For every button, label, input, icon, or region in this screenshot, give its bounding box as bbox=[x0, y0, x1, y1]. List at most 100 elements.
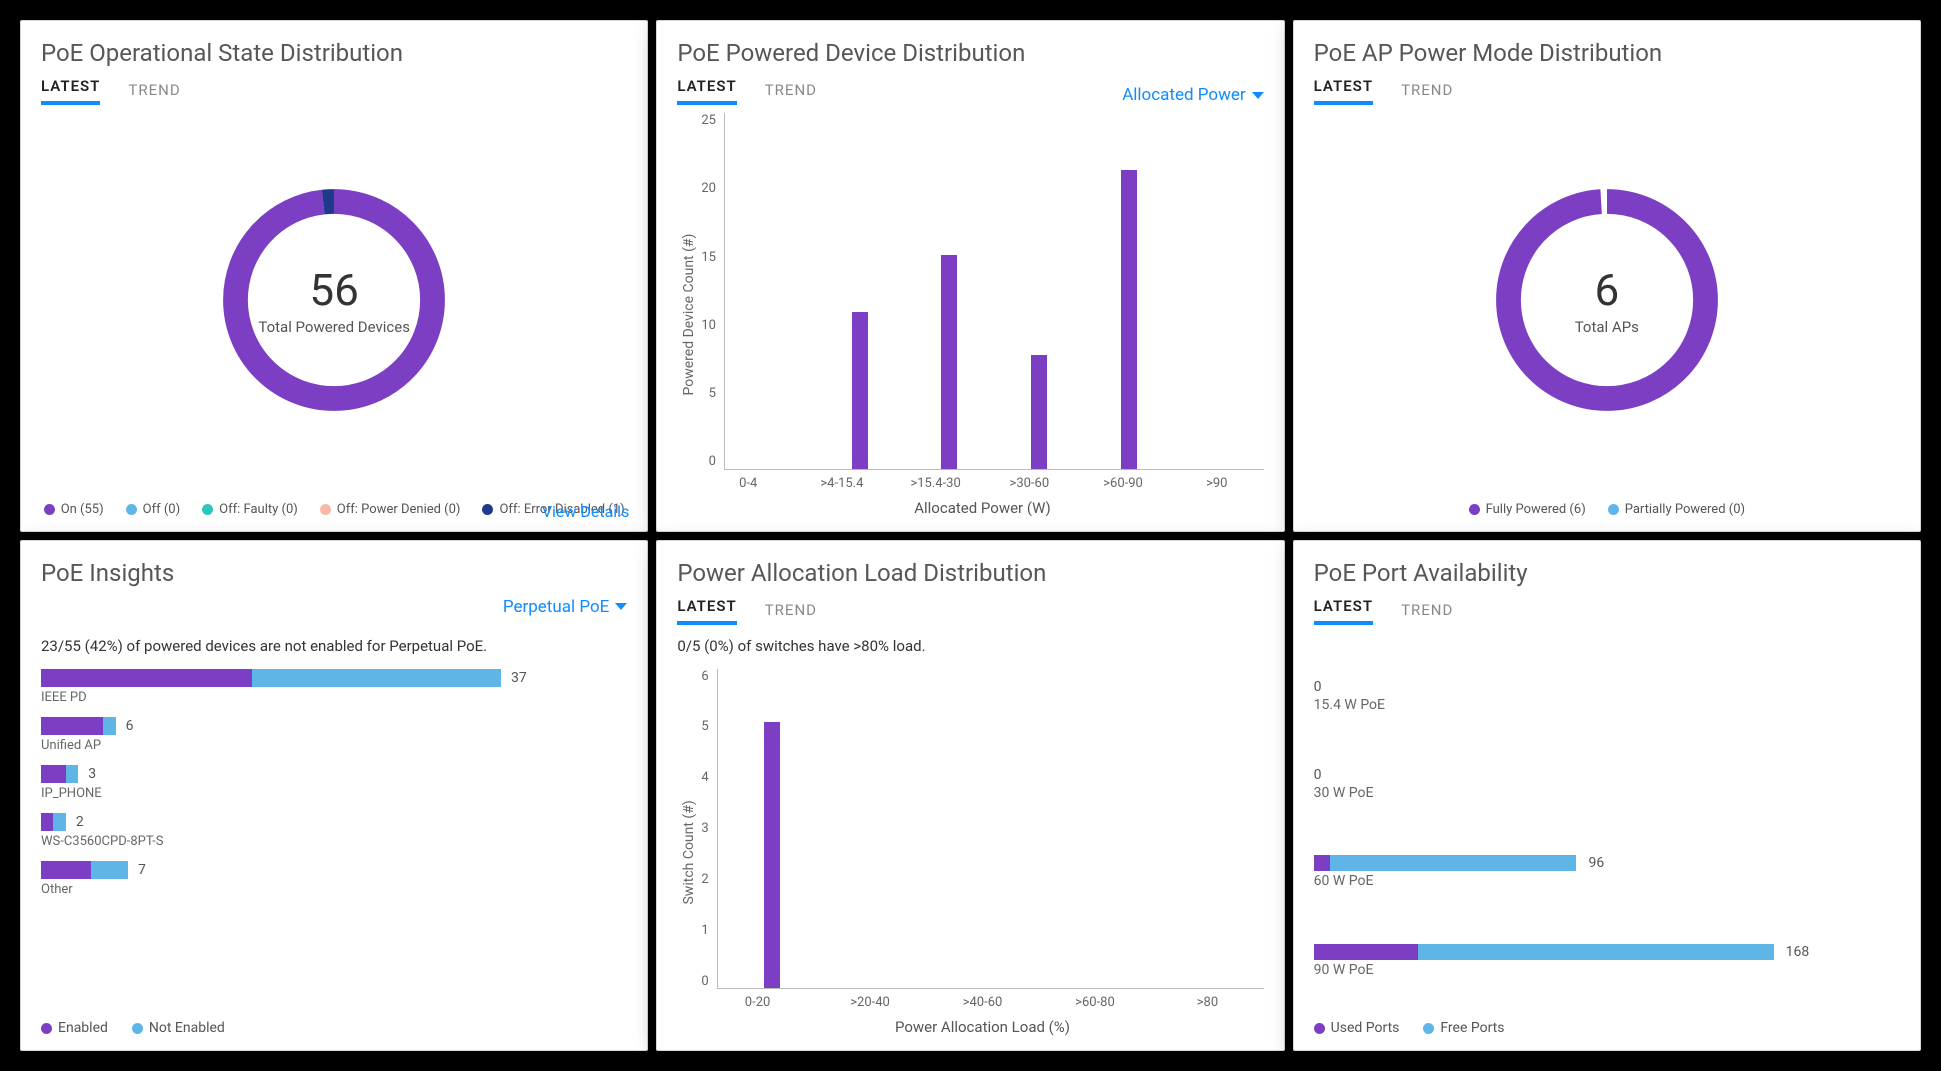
legend-item: Fully Powered (6) bbox=[1469, 502, 1586, 517]
bar-chart-load: Switch Count (#) 6543210 0-20>20-40>40-6… bbox=[677, 669, 1263, 1037]
legend-item: Free Ports bbox=[1423, 1020, 1504, 1036]
bar-slot bbox=[1154, 669, 1263, 989]
panel-title: PoE Operational State Distribution bbox=[41, 39, 627, 67]
dropdown-allocated-power[interactable]: Allocated Power bbox=[1122, 85, 1263, 105]
panel-ap-power: PoE AP Power Mode Distribution LATEST TR… bbox=[1293, 20, 1921, 532]
panel-insights: PoE Insights Perpetual PoE 23/55 (42%) o… bbox=[20, 540, 648, 1052]
dot-icon bbox=[320, 504, 331, 515]
port-row: 9660 W PoE bbox=[1314, 855, 1900, 889]
y-axis-label: Switch Count (#) bbox=[677, 669, 701, 1037]
dot-icon bbox=[1469, 504, 1480, 515]
donut-label: Total Powered Devices bbox=[258, 318, 410, 336]
tabs: LATEST TREND bbox=[677, 597, 1263, 625]
y-axis-ticks: 6543210 bbox=[701, 669, 716, 990]
bar-slot bbox=[994, 113, 1084, 469]
insight-row: 3IP_PHONE bbox=[41, 765, 627, 801]
view-details-link[interactable]: View Details bbox=[542, 502, 630, 521]
bar-slot bbox=[718, 669, 827, 989]
legend-item: Off: Power Denied (0) bbox=[320, 502, 461, 517]
y-axis-label: Powered Device Count (#) bbox=[677, 113, 701, 517]
x-axis-label: Allocated Power (W) bbox=[701, 499, 1263, 517]
bar-slot bbox=[1174, 113, 1264, 469]
panel-powered-device: PoE Powered Device Distribution LATEST T… bbox=[656, 20, 1284, 532]
port-row: 16890 W PoE bbox=[1314, 944, 1900, 978]
tabs: LATEST TREND bbox=[677, 77, 817, 105]
bar-slot bbox=[1084, 113, 1174, 469]
bars bbox=[724, 113, 1264, 470]
load-summary: 0/5 (0%) of switches have >80% load. bbox=[677, 637, 1263, 655]
tab-latest[interactable]: LATEST bbox=[41, 77, 100, 105]
bar-chart-powered-device: Powered Device Count (#) 2520151050 0-4>… bbox=[677, 113, 1263, 517]
dropdown-perpetual-poe[interactable]: Perpetual PoE bbox=[503, 597, 627, 617]
insights-bars: 37IEEE PD 6Unified AP 3IP_PHONE 2WS-C3560CP… bbox=[41, 669, 627, 909]
dot-icon bbox=[202, 504, 213, 515]
bar-slot bbox=[725, 113, 815, 469]
x-axis-ticks: 0-4>4-15.4>15.4-30>30-60>60-90>90 bbox=[701, 476, 1263, 491]
legend: Used Ports Free Ports bbox=[1314, 1020, 1900, 1036]
tab-latest[interactable]: LATEST bbox=[1314, 77, 1373, 105]
dot-icon bbox=[44, 504, 55, 515]
insight-row: 6Unified AP bbox=[41, 717, 627, 753]
donut-chart-ap-power: 6 Total APs bbox=[1314, 105, 1900, 496]
tab-trend[interactable]: TREND bbox=[1401, 601, 1453, 625]
bar bbox=[852, 312, 868, 468]
tab-trend[interactable]: TREND bbox=[1401, 81, 1453, 105]
bar bbox=[941, 255, 957, 468]
y-axis-ticks: 2520151050 bbox=[701, 113, 724, 470]
panel-title: PoE Port Availability bbox=[1314, 559, 1900, 587]
bar bbox=[764, 722, 780, 988]
donut-label: Total APs bbox=[1575, 318, 1639, 336]
dot-icon bbox=[41, 1023, 52, 1034]
legend-item: Off: Faulty (0) bbox=[202, 502, 298, 517]
insight-row: 37IEEE PD bbox=[41, 669, 627, 705]
panel-load-dist: Power Allocation Load Distribution LATES… bbox=[656, 540, 1284, 1052]
tab-latest[interactable]: LATEST bbox=[1314, 597, 1373, 625]
dot-icon bbox=[1423, 1023, 1434, 1034]
panel-port-avail: PoE Port Availability LATEST TREND 015.4… bbox=[1293, 540, 1921, 1052]
donut-value: 56 bbox=[309, 264, 358, 316]
tab-latest[interactable]: LATEST bbox=[677, 77, 736, 105]
tabs: LATEST TREND bbox=[41, 77, 627, 105]
dot-icon bbox=[482, 504, 493, 515]
dot-icon bbox=[126, 504, 137, 515]
bar-slot bbox=[905, 113, 995, 469]
donut-value: 6 bbox=[1594, 264, 1619, 316]
legend-item: On (55) bbox=[44, 502, 104, 517]
bar bbox=[1121, 170, 1137, 469]
tab-trend[interactable]: TREND bbox=[765, 601, 817, 625]
chevron-down-icon bbox=[615, 603, 627, 610]
port-row: 015.4 W PoE bbox=[1314, 679, 1900, 713]
bar bbox=[1031, 355, 1047, 469]
insight-row: 7Other bbox=[41, 861, 627, 897]
panel-op-state: PoE Operational State Distribution LATES… bbox=[20, 20, 648, 532]
dashboard: PoE Operational State Distribution LATES… bbox=[0, 0, 1941, 1071]
legend-item: Not Enabled bbox=[132, 1020, 225, 1036]
legend-item: Used Ports bbox=[1314, 1020, 1400, 1036]
bar-slot bbox=[815, 113, 905, 469]
tab-latest[interactable]: LATEST bbox=[677, 597, 736, 625]
bar-slot bbox=[827, 669, 936, 989]
legend-item: Partially Powered (0) bbox=[1608, 502, 1745, 517]
legend: Enabled Not Enabled bbox=[41, 1020, 627, 1036]
tabs: LATEST TREND bbox=[1314, 77, 1900, 105]
legend: On (55) Off (0) Off: Faulty (0) Off: Pow… bbox=[41, 502, 627, 517]
insight-summary: 23/55 (42%) of powered devices are not e… bbox=[41, 637, 627, 655]
legend-item: Enabled bbox=[41, 1020, 108, 1036]
chevron-down-icon bbox=[1252, 92, 1264, 99]
panel-title: PoE AP Power Mode Distribution bbox=[1314, 39, 1900, 67]
panel-title: PoE Powered Device Distribution bbox=[677, 39, 1263, 67]
tabs: LATEST TREND bbox=[1314, 597, 1900, 625]
port-row: 030 W PoE bbox=[1314, 767, 1900, 801]
tab-trend[interactable]: TREND bbox=[128, 81, 180, 105]
dot-icon bbox=[1314, 1023, 1325, 1034]
legend-item: Off (0) bbox=[126, 502, 181, 517]
dot-icon bbox=[132, 1023, 143, 1034]
tab-trend[interactable]: TREND bbox=[765, 81, 817, 105]
bars bbox=[717, 669, 1264, 990]
port-bars: 015.4 W PoE 030 W PoE 9660 W PoE 16890 W Po… bbox=[1314, 625, 1900, 1021]
insight-row: 2WS-C3560CPD-8PT-S bbox=[41, 813, 627, 849]
panel-title: PoE Insights bbox=[41, 559, 627, 587]
bar-slot bbox=[936, 669, 1045, 989]
dot-icon bbox=[1608, 504, 1619, 515]
x-axis-label: Power Allocation Load (%) bbox=[701, 1018, 1263, 1036]
